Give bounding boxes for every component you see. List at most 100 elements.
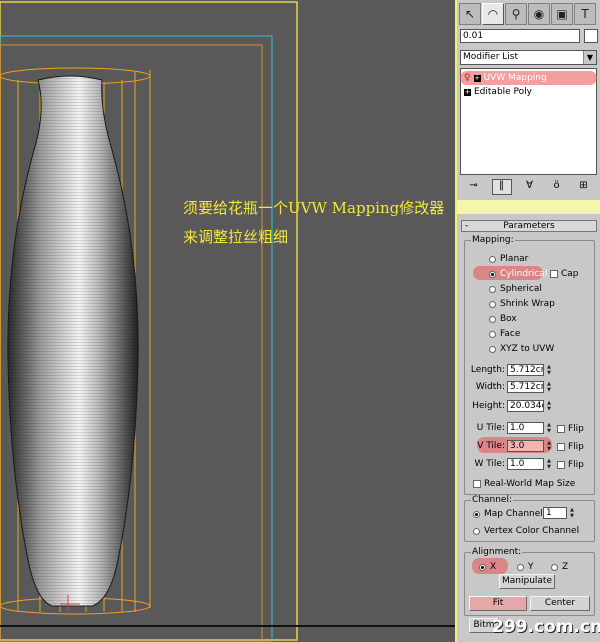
viewport-perspective[interactable]: 须要给花瓶一个UVW Mapping修改器 来调整拉丝粗细 — [0, 0, 455, 642]
w-tile-field[interactable]: 1.0 — [507, 458, 544, 470]
radio-label: Shrink Wrap — [500, 299, 555, 309]
checkbox-icon[interactable] — [550, 270, 558, 278]
radio-button-icon[interactable] — [473, 510, 480, 518]
radio-spherical[interactable]: Spherical — [489, 284, 542, 294]
radio-align-x[interactable]: X — [479, 562, 496, 572]
stack-toolbar: ⊸ ‖ ∀ ö ⊞ — [460, 178, 597, 196]
checkbox-label: Flip — [568, 442, 584, 452]
radio-button-icon[interactable] — [489, 285, 496, 293]
spinner-arrows-icon[interactable]: ▲ ▼ — [545, 381, 553, 393]
center-button[interactable]: Center — [530, 596, 590, 611]
object-name-field[interactable]: 0.01 — [460, 29, 580, 43]
v-tile-spinner[interactable]: V Tile: 3.0 ▲ ▼ — [469, 440, 553, 452]
w-tile-spinner[interactable]: W Tile: 1.0 ▲ ▼ — [469, 458, 553, 470]
spinner-arrows-icon[interactable]: ▲ ▼ — [545, 458, 553, 470]
v-tile-field[interactable]: 3.0 — [507, 440, 544, 452]
annotation-line-2: 来调整拉丝粗细 — [183, 228, 289, 246]
configure-modifier-sets-icon[interactable]: ⊞ — [575, 180, 593, 194]
radio-box[interactable]: Box — [489, 314, 517, 324]
radio-button-icon[interactable] — [489, 270, 496, 278]
chevron-down-icon[interactable]: ▼ — [583, 51, 596, 64]
panel-separator — [457, 200, 600, 214]
u-tile-field[interactable]: 1.0 — [507, 422, 544, 434]
u-flip-checkbox[interactable]: Flip — [557, 424, 584, 434]
u-tile-spinner[interactable]: U Tile: 1.0 ▲ ▼ — [469, 422, 553, 434]
radio-button-icon[interactable] — [489, 345, 496, 353]
manipulate-button[interactable]: Manipulate — [499, 574, 555, 589]
map-channel-field[interactable]: 1 — [543, 507, 567, 519]
radio-button-icon[interactable] — [489, 315, 496, 323]
alignment-label: Alignment: — [471, 547, 523, 557]
checkbox-icon[interactable] — [557, 443, 565, 451]
radio-label: Face — [500, 329, 521, 339]
spinner-arrows-icon[interactable]: ▲ ▼ — [545, 440, 553, 452]
w-flip-checkbox[interactable]: Flip — [557, 460, 584, 470]
checkbox-icon[interactable] — [557, 425, 565, 433]
fit-button[interactable]: Fit — [469, 596, 527, 611]
remove-modifier-icon[interactable]: ö — [548, 180, 566, 194]
display-icon[interactable]: ▣ — [551, 3, 573, 25]
length-spinner[interactable]: Length: 5.712cm ▲▼ — [469, 364, 553, 376]
create-icon[interactable]: ↖ — [459, 3, 481, 25]
map-channel-spinner[interactable]: 1 ▲ ▼ — [543, 507, 576, 519]
radio-button-icon[interactable] — [489, 330, 496, 338]
modifier-stack: ♀ + UVW Mapping + Editable Poly — [460, 68, 597, 175]
height-field[interactable]: 20.034cm — [507, 400, 544, 412]
radio-planar[interactable]: Planar — [489, 254, 528, 264]
radio-map-channel[interactable]: Map Channel: — [473, 509, 546, 519]
show-end-result-icon[interactable]: ‖ — [491, 179, 512, 195]
spinner-arrows-icon[interactable]: ▲ ▼ — [545, 364, 553, 376]
width-spinner[interactable]: Width: 5.712cm ▲▼ — [469, 381, 553, 393]
checkbox-label: Real-World Map Size — [484, 479, 576, 489]
mapping-label: Mapping: — [471, 235, 515, 245]
radio-xyz-to-uvw[interactable]: XYZ to UVW — [489, 344, 554, 354]
modifier-list-label: Modifier List — [463, 52, 518, 62]
radio-label: Z — [562, 562, 569, 572]
radio-vertex-color-channel[interactable]: Vertex Color Channel — [473, 526, 579, 536]
object-color-swatch[interactable] — [584, 29, 598, 43]
height-spinner[interactable]: Height: 20.034cm ▲▼ — [469, 400, 553, 412]
rollout-title: Parameters — [503, 221, 555, 231]
stack-item-uvw-mapping[interactable]: ♀ + UVW Mapping — [464, 72, 547, 85]
radio-button-icon[interactable] — [489, 300, 496, 308]
utilities-icon[interactable]: T — [574, 3, 596, 25]
expand-icon[interactable]: + — [473, 75, 481, 82]
radio-button-icon[interactable] — [479, 563, 486, 571]
length-field[interactable]: 5.712cm — [507, 364, 544, 376]
radio-align-y[interactable]: Y — [517, 562, 534, 572]
length-label: Length: — [470, 365, 505, 375]
pin-stack-icon[interactable]: ⊸ — [465, 180, 483, 194]
modifier-list-dropdown[interactable]: Modifier List ▼ — [460, 50, 597, 65]
checkbox-icon[interactable] — [473, 480, 481, 488]
v-flip-checkbox[interactable]: Flip — [557, 442, 584, 452]
real-world-map-size-checkbox[interactable]: Real-World Map Size — [473, 479, 575, 489]
spinner-arrows-icon[interactable]: ▲ ▼ — [545, 422, 553, 434]
stack-item-editable-poly[interactable]: + Editable Poly — [464, 86, 532, 99]
width-label: Width: — [475, 382, 505, 392]
expand-icon[interactable]: + — [464, 89, 471, 96]
radio-shrink-wrap[interactable]: Shrink Wrap — [489, 299, 555, 309]
radio-align-z[interactable]: Z — [551, 562, 568, 572]
height-label: Height: — [472, 401, 505, 411]
v-tile-label: V Tile: — [477, 441, 505, 451]
radio-face[interactable]: Face — [489, 329, 520, 339]
radio-label: Planar — [500, 254, 529, 264]
radio-button-icon[interactable] — [517, 563, 524, 571]
parameters-rollout-header[interactable]: - Parameters — [461, 220, 597, 232]
checkbox-icon[interactable] — [557, 461, 565, 469]
spinner-arrows-icon[interactable]: ▲ ▼ — [545, 400, 553, 412]
lightbulb-icon[interactable]: ♀ — [464, 72, 471, 85]
hierarchy-icon[interactable]: ⚲ — [505, 3, 527, 25]
watermark: 299.com.cn — [492, 617, 600, 637]
make-unique-icon[interactable]: ∀ — [521, 180, 539, 194]
radio-button-icon[interactable] — [473, 527, 480, 535]
radio-label: Map Channel: — [484, 509, 546, 519]
width-field[interactable]: 5.712cm — [507, 381, 544, 393]
radio-cylindrical[interactable]: Cylindrical — [489, 269, 547, 279]
radio-button-icon[interactable] — [489, 255, 496, 263]
modify-icon[interactable]: ◠ — [482, 3, 504, 25]
radio-button-icon[interactable] — [551, 563, 558, 571]
motion-icon[interactable]: ◉ — [528, 3, 550, 25]
cap-checkbox[interactable]: Cap — [550, 269, 579, 279]
spinner-arrows-icon[interactable]: ▲ ▼ — [568, 507, 576, 519]
